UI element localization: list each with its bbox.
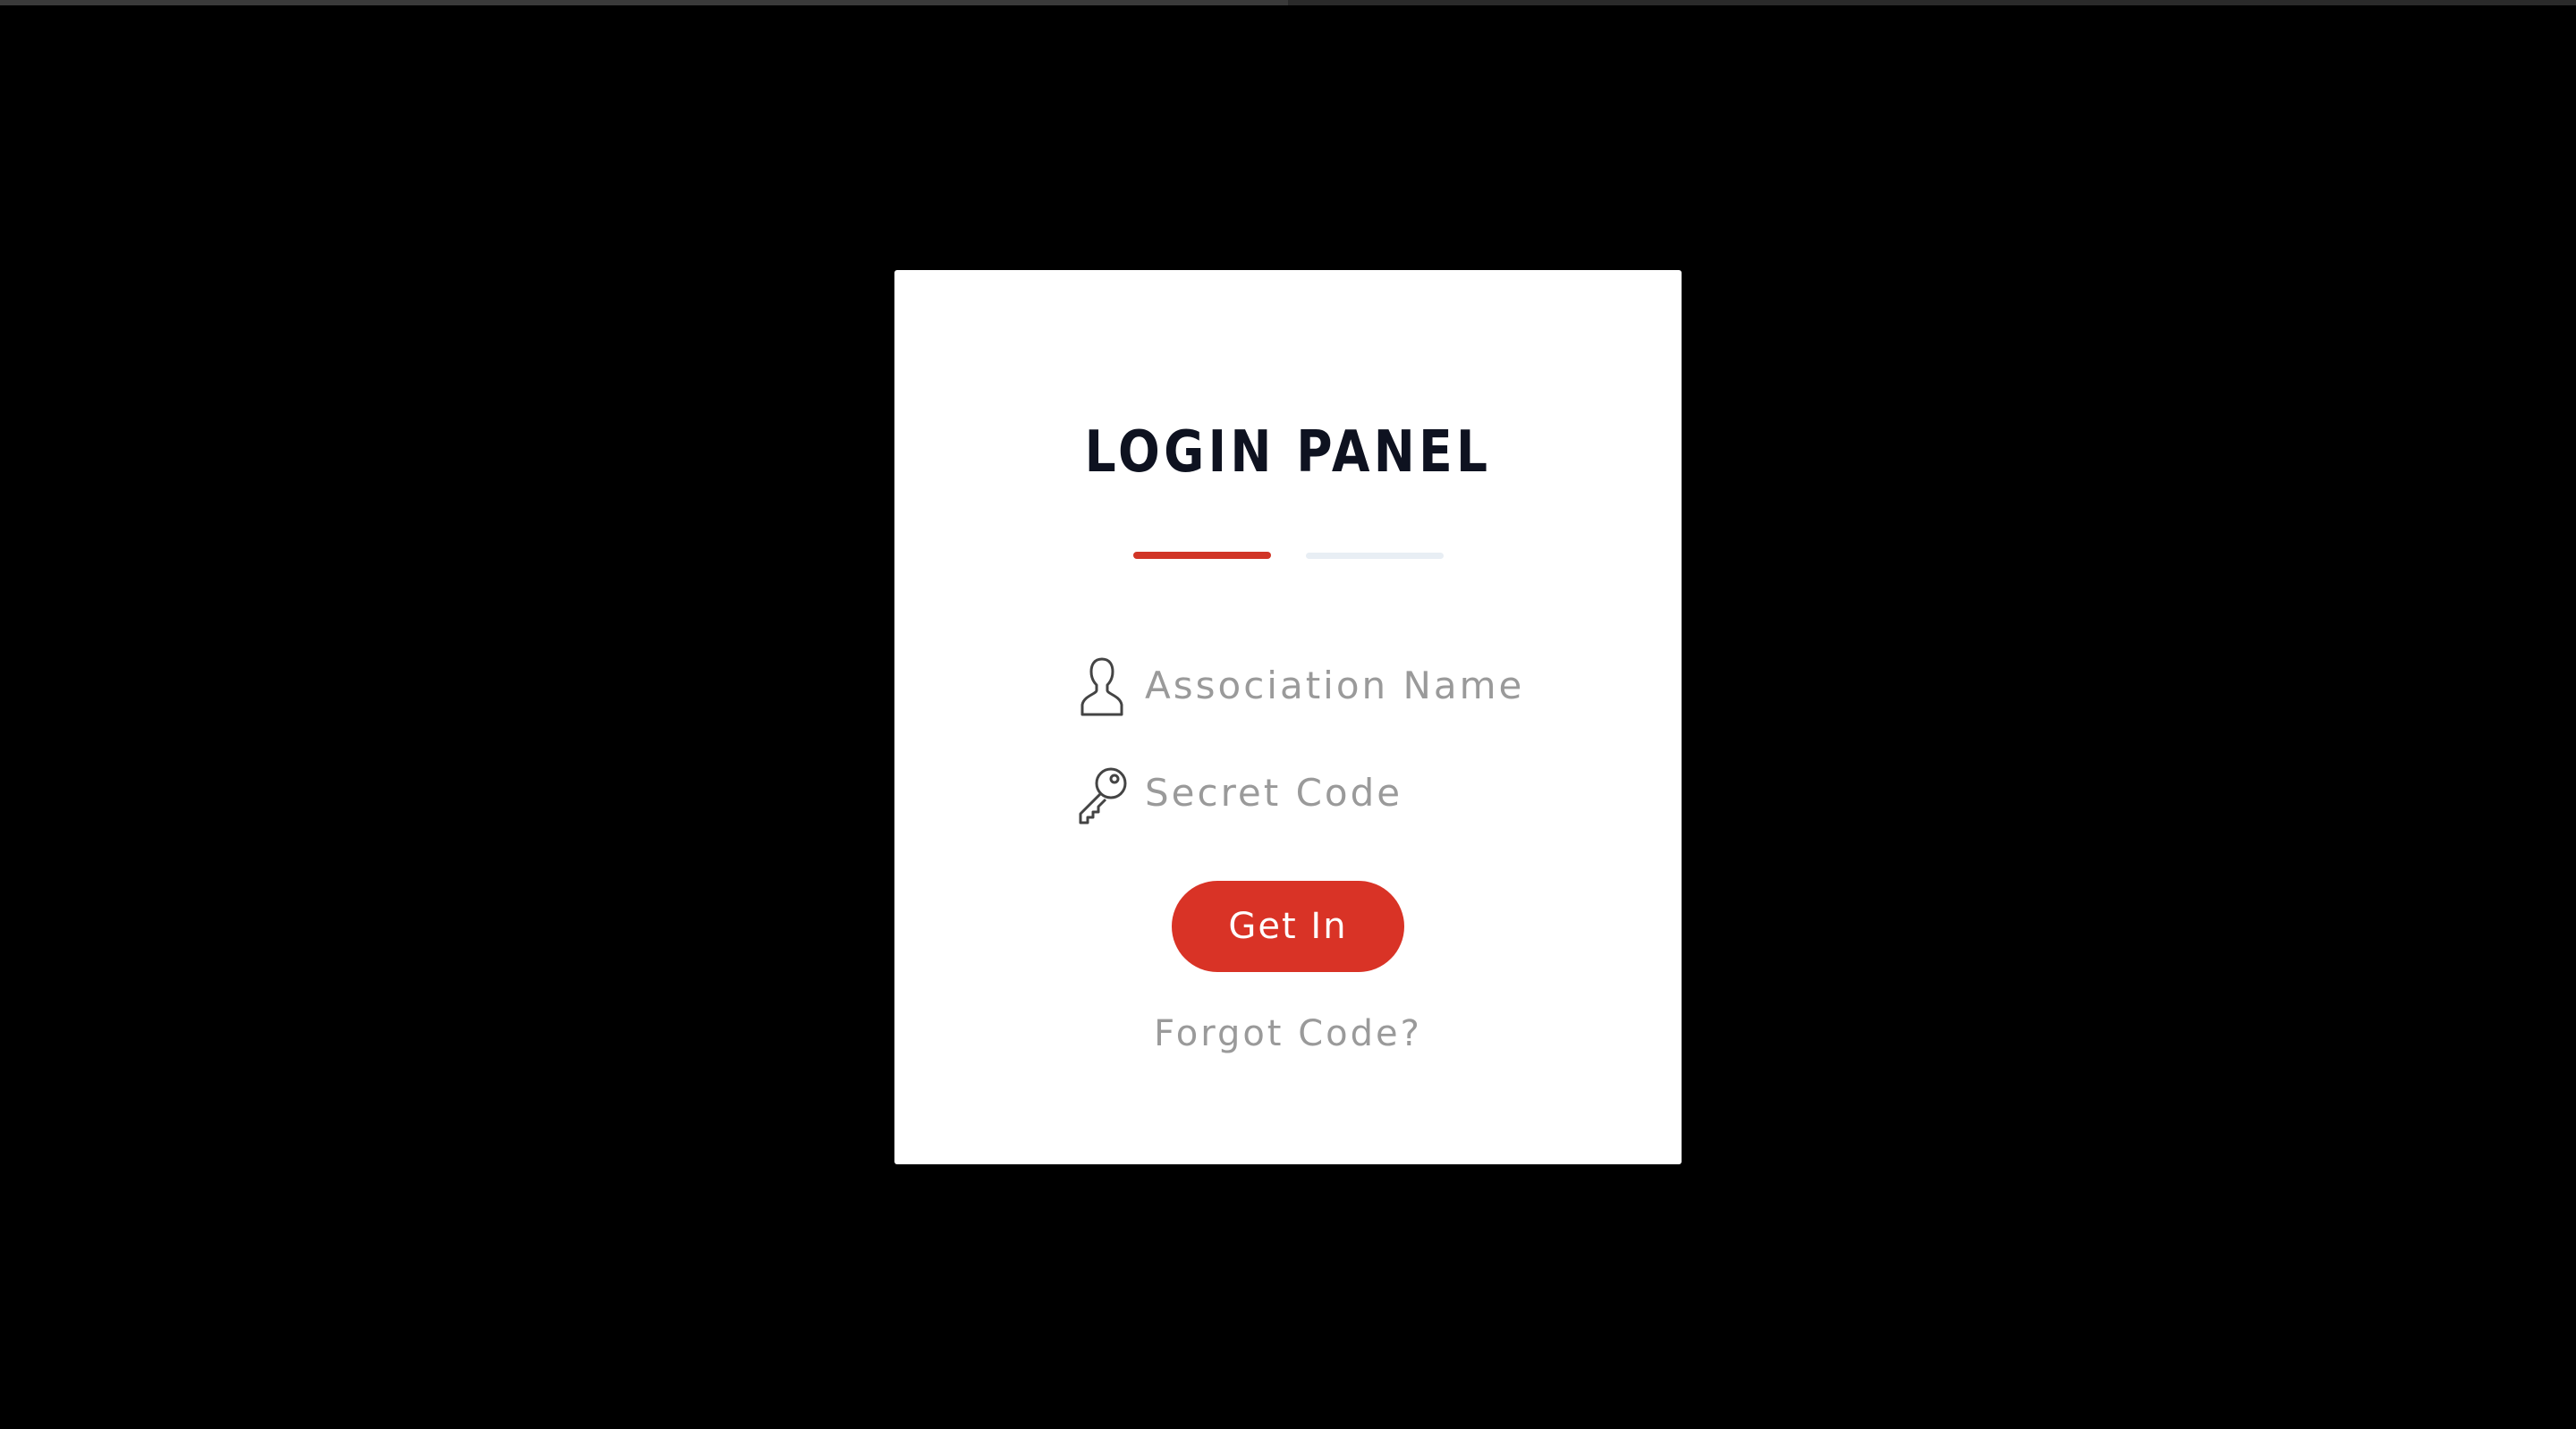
window-top-bar <box>0 0 2576 5</box>
get-in-button[interactable]: Get In <box>1172 881 1404 972</box>
tab-indicator-active[interactable] <box>1133 552 1271 559</box>
user-icon <box>1080 657 1123 716</box>
association-name-field <box>1070 649 1535 721</box>
secret-code-field <box>1070 757 1535 828</box>
association-name-input[interactable] <box>1145 649 1530 721</box>
window-top-bar-segment <box>0 0 1288 5</box>
forgot-code-link[interactable]: Forgot Code? <box>0 1007 2576 1061</box>
secret-code-input[interactable] <box>1145 757 1530 828</box>
key-icon <box>1079 767 1127 824</box>
tab-indicator-inactive[interactable] <box>1306 553 1444 559</box>
login-panel-title: LOGIN PANEL <box>1084 419 1492 486</box>
